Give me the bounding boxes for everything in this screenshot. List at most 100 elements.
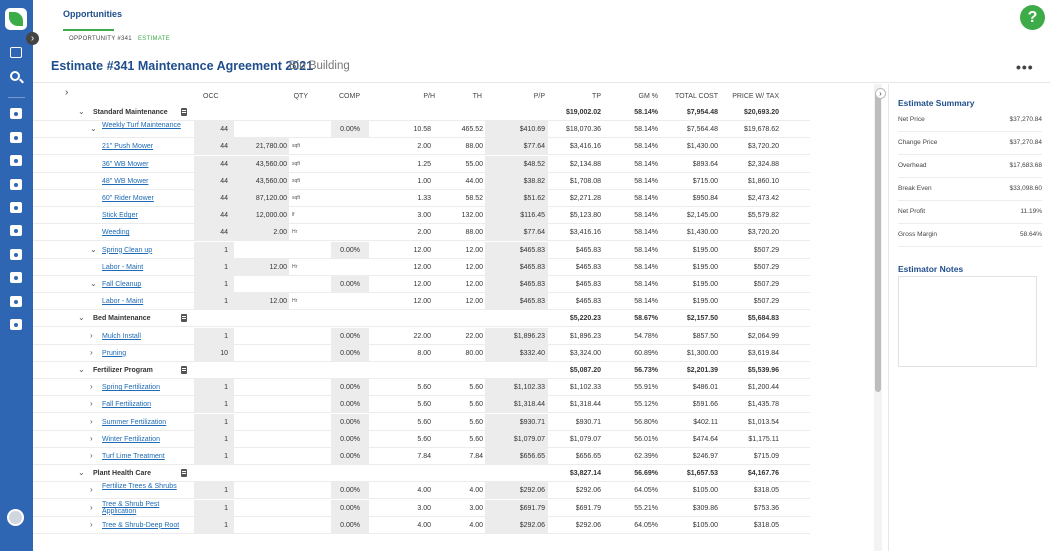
pp-value[interactable]: $38.82 — [524, 173, 545, 190]
qty-value[interactable]: 12.00 — [269, 293, 287, 310]
chevron-right-icon[interactable]: › — [90, 328, 93, 344]
column-header-qty[interactable]: QTY — [294, 93, 308, 100]
pp-value[interactable]: $930.71 — [520, 414, 545, 431]
chevron-right-icon[interactable]: › — [90, 396, 93, 412]
breadcrumb-opportunity[interactable]: OPPORTUNITY #341 — [69, 36, 132, 42]
column-header-comp[interactable]: COMP — [339, 93, 360, 100]
pp-value[interactable]: $77.64 — [524, 138, 545, 155]
table-row[interactable]: Stick Edger 44 12,000.00 lf 3.00 132.00 $116.4… — [33, 207, 810, 225]
chevron-down-icon[interactable]: ⌄ — [90, 242, 97, 258]
sidebar-item-analytics[interactable] — [10, 249, 22, 260]
item-name-link[interactable]: Stick Edger — [102, 207, 138, 224]
estimator-notes-input[interactable] — [898, 276, 1037, 367]
comp-value[interactable]: 0.00% — [340, 379, 360, 396]
pp-value[interactable]: $465.83 — [520, 276, 545, 293]
pp-value[interactable]: $410.69 — [520, 121, 545, 138]
table-row[interactable]: › Tree & Shrub Pest Application 1 0.00% 3.00… — [33, 499, 810, 517]
column-header-th[interactable]: TH — [473, 93, 482, 100]
table-row[interactable]: › Spring Fertilization 1 0.00% 5.60 5.60 $1,10… — [33, 379, 810, 397]
column-header-price-w-tax[interactable]: PRICE W/ TAX — [732, 93, 779, 100]
comp-value[interactable]: 0.00% — [340, 242, 360, 259]
item-name-link[interactable]: Spring Clean up — [102, 242, 152, 259]
column-header-p-p[interactable]: P/P — [534, 93, 545, 100]
chevron-right-icon[interactable]: › — [90, 448, 93, 464]
item-name-link[interactable]: Summer Fertilization — [102, 414, 166, 431]
pp-value[interactable]: $292.06 — [520, 517, 545, 534]
comp-value[interactable]: 0.00% — [340, 121, 360, 138]
qty-value[interactable]: 2.00 — [273, 224, 287, 241]
table-row[interactable]: Labor - Maint 1 12.00 Hr 12.00 12.00 $465.83 $4… — [33, 293, 810, 311]
table-row[interactable]: › Fall Fertilization 1 0.00% 5.60 5.60 $1,318.… — [33, 396, 810, 414]
occ-value[interactable]: 1 — [224, 431, 228, 448]
pp-value[interactable]: $465.83 — [520, 242, 545, 259]
pp-value[interactable]: $465.83 — [520, 293, 545, 310]
document-icon[interactable] — [181, 314, 187, 323]
pp-value[interactable]: $77.64 — [524, 224, 545, 241]
occ-value[interactable]: 1 — [224, 328, 228, 345]
pp-value[interactable]: $1,896.23 — [514, 328, 545, 345]
occ-value[interactable]: 1 — [224, 276, 228, 293]
document-icon[interactable] — [181, 469, 187, 478]
occ-value[interactable]: 1 — [224, 242, 228, 259]
pp-value[interactable]: $691.79 — [520, 500, 545, 517]
table-row[interactable]: 60" Rider Mower 44 87,120.00 sqft 1.33 58.52 $… — [33, 190, 810, 207]
chevron-right-icon[interactable]: › — [90, 500, 93, 516]
occ-value[interactable]: 1 — [224, 379, 228, 396]
comp-value[interactable]: 0.00% — [340, 517, 360, 534]
occ-value[interactable]: 44 — [220, 224, 228, 241]
table-row[interactable]: › Tree & Shrub-Deep Root 1 0.00% 4.00 4.00 $29… — [33, 516, 810, 534]
item-name-link[interactable]: Labor - Maint — [102, 259, 143, 276]
table-row[interactable]: 36" WB Mower 44 43,560.00 sqft 1.25 55.00 $48.… — [33, 155, 810, 173]
group-row[interactable]: ⌄ Fertilizer Program $5,087.20 56.73% $2,201… — [33, 362, 810, 379]
item-name-link[interactable]: 21" Push Mower — [102, 138, 153, 155]
item-name-link[interactable]: Turf Lime Treatment — [102, 448, 165, 465]
document-icon[interactable] — [181, 108, 187, 116]
occ-value[interactable]: 1 — [224, 482, 228, 499]
chevron-down-icon[interactable]: ⌄ — [78, 310, 85, 326]
comp-value[interactable]: 0.00% — [340, 396, 360, 413]
table-row[interactable]: › Summer Fertilization 1 0.00% 5.60 5.60 $930.… — [33, 413, 810, 431]
pp-value[interactable]: $292.06 — [520, 482, 545, 499]
table-row[interactable]: ⌄ Fall Cleanup 1 0.00% 12.00 12.00 $465.83 $465… — [33, 276, 810, 293]
qty-value[interactable]: 12,000.00 — [256, 207, 287, 224]
item-name-link[interactable]: Spring Fertilization — [102, 379, 160, 396]
column-header-gm[interactable]: GM % — [639, 93, 658, 100]
sidebar-item-clipboard[interactable] — [10, 225, 22, 236]
item-name-link[interactable]: 48" WB Mower — [102, 173, 148, 190]
table-row[interactable]: 48" WB Mower 44 43,560.00 sqft 1.00 44.00 $38.… — [33, 172, 810, 190]
pp-value[interactable]: $1,079.07 — [514, 431, 545, 448]
qty-value[interactable]: 12.00 — [269, 259, 287, 276]
panel-toggle-icon[interactable]: › — [875, 88, 886, 99]
chevron-down-icon[interactable]: ⌄ — [78, 465, 85, 481]
item-name-link[interactable]: Mulch Install — [102, 328, 141, 345]
table-row[interactable]: › Fertilize Trees & Shrubs 1 0.00% 4.00 4.00 $… — [33, 482, 810, 500]
qty-value[interactable]: 43,560.00 — [256, 173, 287, 190]
page-title[interactable]: Opportunities — [63, 9, 122, 19]
column-header-tp[interactable]: TP — [592, 93, 601, 100]
table-row[interactable]: › Winter Fertilization 1 0.00% 5.60 5.60 $1,07… — [33, 430, 810, 448]
occ-value[interactable]: 1 — [224, 448, 228, 465]
occ-value[interactable]: 1 — [224, 517, 228, 534]
sidebar-expand-icon[interactable]: › — [26, 32, 39, 45]
column-header-p-h[interactable]: P/H — [423, 93, 435, 100]
pp-value[interactable]: $465.83 — [520, 259, 545, 276]
table-row[interactable]: Weeding 44 2.00 Hr 2.00 88.00 $77.64 $3,416.16 5… — [33, 224, 810, 242]
chevron-down-icon[interactable]: ⌄ — [78, 104, 85, 120]
occ-value[interactable]: 44 — [220, 190, 228, 207]
chevron-right-icon[interactable]: › — [90, 414, 93, 430]
document-icon[interactable] — [181, 366, 187, 374]
qty-value[interactable]: 21,780.00 — [256, 138, 287, 155]
pp-value[interactable]: $332.40 — [520, 345, 545, 362]
chevron-down-icon[interactable]: ⌄ — [78, 362, 85, 378]
pp-value[interactable]: $116.45 — [520, 207, 545, 224]
sidebar-item-reports[interactable] — [10, 155, 22, 166]
column-header-total-cost[interactable]: TOTAL COST — [675, 93, 718, 100]
occ-value[interactable]: 1 — [224, 396, 228, 413]
chevron-right-icon[interactable]: › — [90, 482, 93, 498]
brand-logo[interactable] — [5, 8, 27, 30]
comp-value[interactable]: 0.00% — [340, 414, 360, 431]
comp-value[interactable]: 0.00% — [340, 276, 360, 293]
occ-value[interactable]: 10 — [220, 345, 228, 362]
table-row[interactable]: ⌄ Weekly Turf Maintenance 44 0.00% 10.58 465.… — [33, 121, 810, 139]
table-row[interactable]: › Turf Lime Treatment 1 0.00% 7.84 7.84 $656.6… — [33, 448, 810, 465]
